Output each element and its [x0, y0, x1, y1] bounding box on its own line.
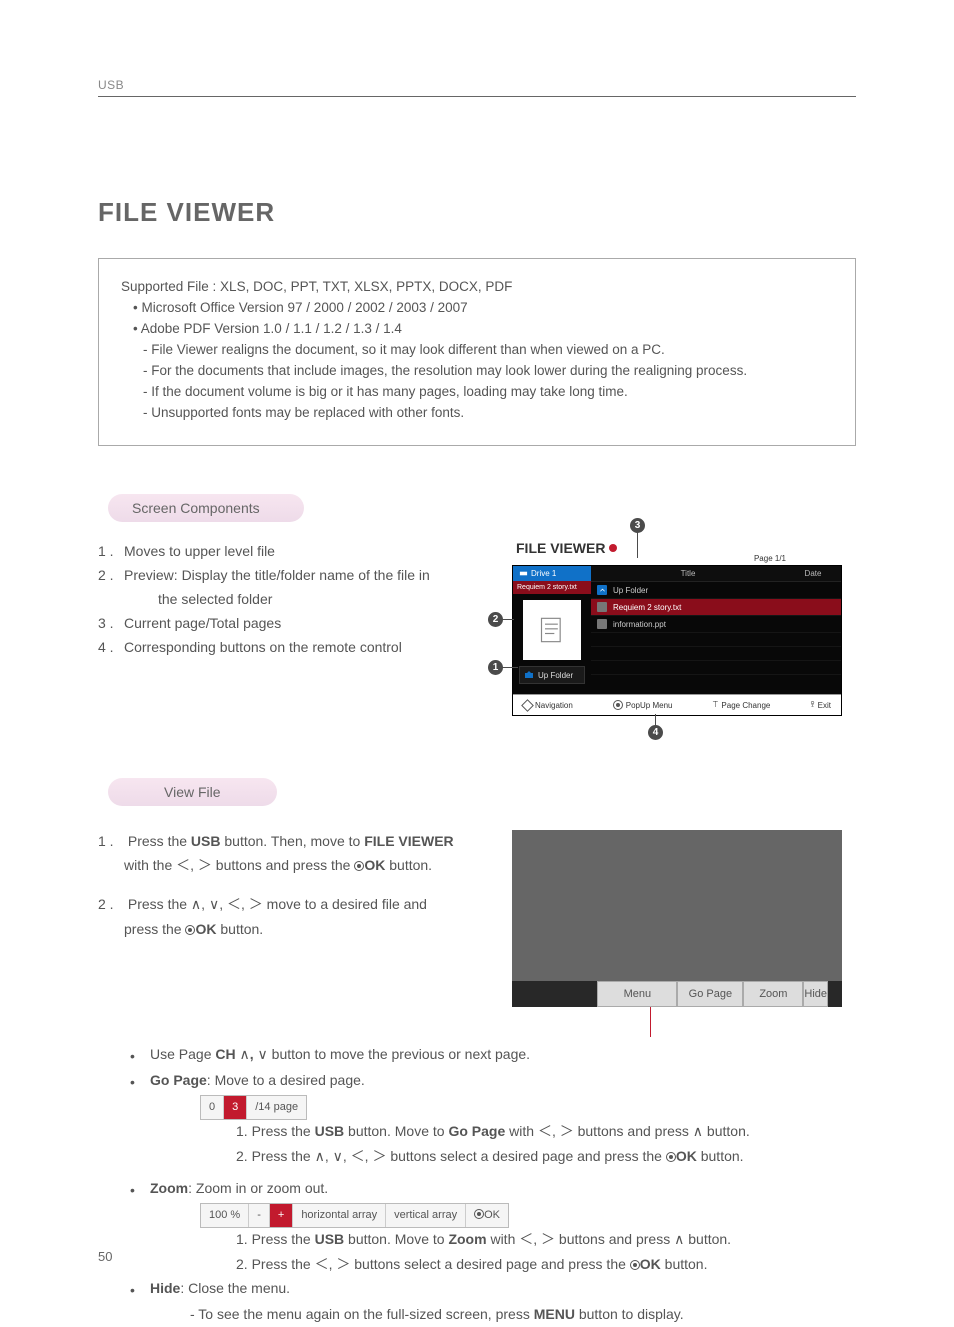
callout-4: 4 — [648, 725, 663, 740]
left-icon: ＜ — [351, 1149, 365, 1165]
document-icon — [538, 616, 566, 644]
callout-3: 3 — [630, 518, 645, 533]
section-screen-components: Screen Components 1 .Moves to upper leve… — [98, 494, 856, 716]
screenshot-file-viewer: 3 FILE VIEWER Page 1/1 Drive 1 Requiem 2… — [512, 540, 842, 716]
table-row[interactable]: Requiem 2 story.txt — [591, 599, 841, 616]
file-icon — [597, 602, 607, 612]
hide-button[interactable]: Hide — [803, 981, 828, 1007]
zoom-minus-button[interactable]: - — [249, 1204, 270, 1227]
page-change-icon: ꔋ — [712, 700, 718, 710]
info-dash: - For the documents that include images,… — [121, 361, 833, 382]
ok-icon — [630, 1260, 640, 1270]
info-dash: - File Viewer realigns the document, so … — [121, 340, 833, 361]
file-icon — [597, 619, 607, 629]
right-icon: ＞ — [541, 1232, 555, 1248]
preview-pane — [523, 600, 581, 660]
up-icon: ∧ — [240, 1047, 250, 1063]
folder-up-icon — [597, 585, 607, 595]
page-number: 50 — [98, 1249, 112, 1264]
callout-line — [650, 1007, 651, 1037]
right-icon: ＞ — [336, 1257, 350, 1273]
down-icon: ∨ — [209, 897, 219, 913]
right-icon: ＞ — [560, 1124, 574, 1140]
header-section-label: USB — [98, 78, 856, 92]
right-icon: ＞ — [372, 1149, 386, 1165]
viewer-toolbar: Menu Go Page Zoom Hide — [512, 981, 842, 1007]
table-row — [591, 647, 841, 661]
nav-icon — [521, 699, 534, 712]
left-icon: ＜ — [176, 858, 190, 874]
left-icon: ＜ — [227, 897, 241, 913]
fv-title: FILE VIEWER — [516, 540, 605, 556]
col-title: Title — [591, 566, 785, 581]
callout-1: 1 — [488, 660, 503, 675]
drive-icon — [519, 569, 528, 578]
gopage-button[interactable]: Go Page — [677, 981, 743, 1007]
ok-icon — [354, 861, 364, 871]
zoom-plus-button[interactable]: + — [270, 1204, 293, 1227]
left-icon: ＜ — [315, 1257, 329, 1273]
fv-footer: Navigation PopUp Menu ꔋPage Change ꕉExit — [513, 694, 841, 715]
instructions-list: •Use Page CH ∧, ∨ button to move the pre… — [98, 1043, 856, 1327]
zoom-button[interactable]: Zoom — [743, 981, 803, 1007]
info-bullet: Adobe PDF Version 1.0 / 1.1 / 1.2 / 1.3 … — [133, 319, 833, 340]
up-icon: ∧ — [674, 1232, 684, 1248]
menu-button[interactable]: Menu — [597, 981, 677, 1007]
table-row — [591, 661, 841, 675]
screenshot-document-viewer: Menu Go Page Zoom Hide — [512, 830, 842, 1007]
left-icon: ＜ — [538, 1124, 552, 1140]
col-date: Date — [785, 566, 841, 581]
zoom-harray-button[interactable]: horizontal array — [293, 1204, 386, 1227]
table-row[interactable]: Up Folder — [591, 582, 841, 599]
component-list: 1 .Moves to upper level file 2 .Preview:… — [98, 540, 488, 659]
section-heading: Screen Components — [108, 494, 304, 522]
view-file-steps: 1 . Press the USB button. Then, move to … — [98, 830, 488, 941]
right-icon: ＞ — [198, 858, 212, 874]
up-icon: ∧ — [191, 897, 201, 913]
red-dot-icon — [609, 544, 617, 552]
table-row[interactable]: information.ppt — [591, 616, 841, 633]
zoom-varray-button[interactable]: vertical array — [386, 1204, 466, 1227]
up-folder-button[interactable]: Up Folder — [519, 666, 585, 684]
info-dash: - If the document volume is big or it ha… — [121, 382, 833, 403]
zoom-widget: 100 % - + horizontal array vertical arra… — [200, 1203, 509, 1228]
down-icon: ∨ — [333, 1149, 343, 1165]
down-icon: ∨ — [258, 1047, 268, 1063]
ok-icon — [613, 700, 623, 710]
drive-item[interactable]: Drive 1 — [513, 566, 591, 581]
table-row — [591, 633, 841, 647]
ok-icon — [474, 1209, 484, 1219]
info-dash: - Unsupported fonts may be replaced with… — [121, 403, 833, 424]
section-view-file: View File 1 . Press the USB button. Then… — [98, 778, 856, 1007]
page-title: FILE VIEWER — [98, 197, 856, 228]
info-bullet: Microsoft Office Version 97 / 2000 / 200… — [133, 298, 833, 319]
up-icon: ∧ — [693, 1124, 703, 1140]
ok-icon — [185, 925, 195, 935]
ok-icon — [666, 1152, 676, 1162]
callout-2: 2 — [488, 612, 503, 627]
header-rule — [98, 96, 856, 97]
folder-up-icon — [524, 670, 534, 680]
left-icon: ＜ — [519, 1232, 533, 1248]
exit-icon: ꕉ — [810, 700, 814, 710]
selected-file-label: Requiem 2 story.txt — [513, 581, 591, 594]
gopage-widget: 0 3 /14 page — [200, 1095, 307, 1120]
info-box: Supported File : XLS, DOC, PPT, TXT, XLS… — [98, 258, 856, 446]
section-heading: View File — [108, 778, 277, 806]
up-icon: ∧ — [315, 1149, 325, 1165]
supported-files: Supported File : XLS, DOC, PPT, TXT, XLS… — [121, 277, 833, 298]
right-icon: ＞ — [249, 897, 263, 913]
